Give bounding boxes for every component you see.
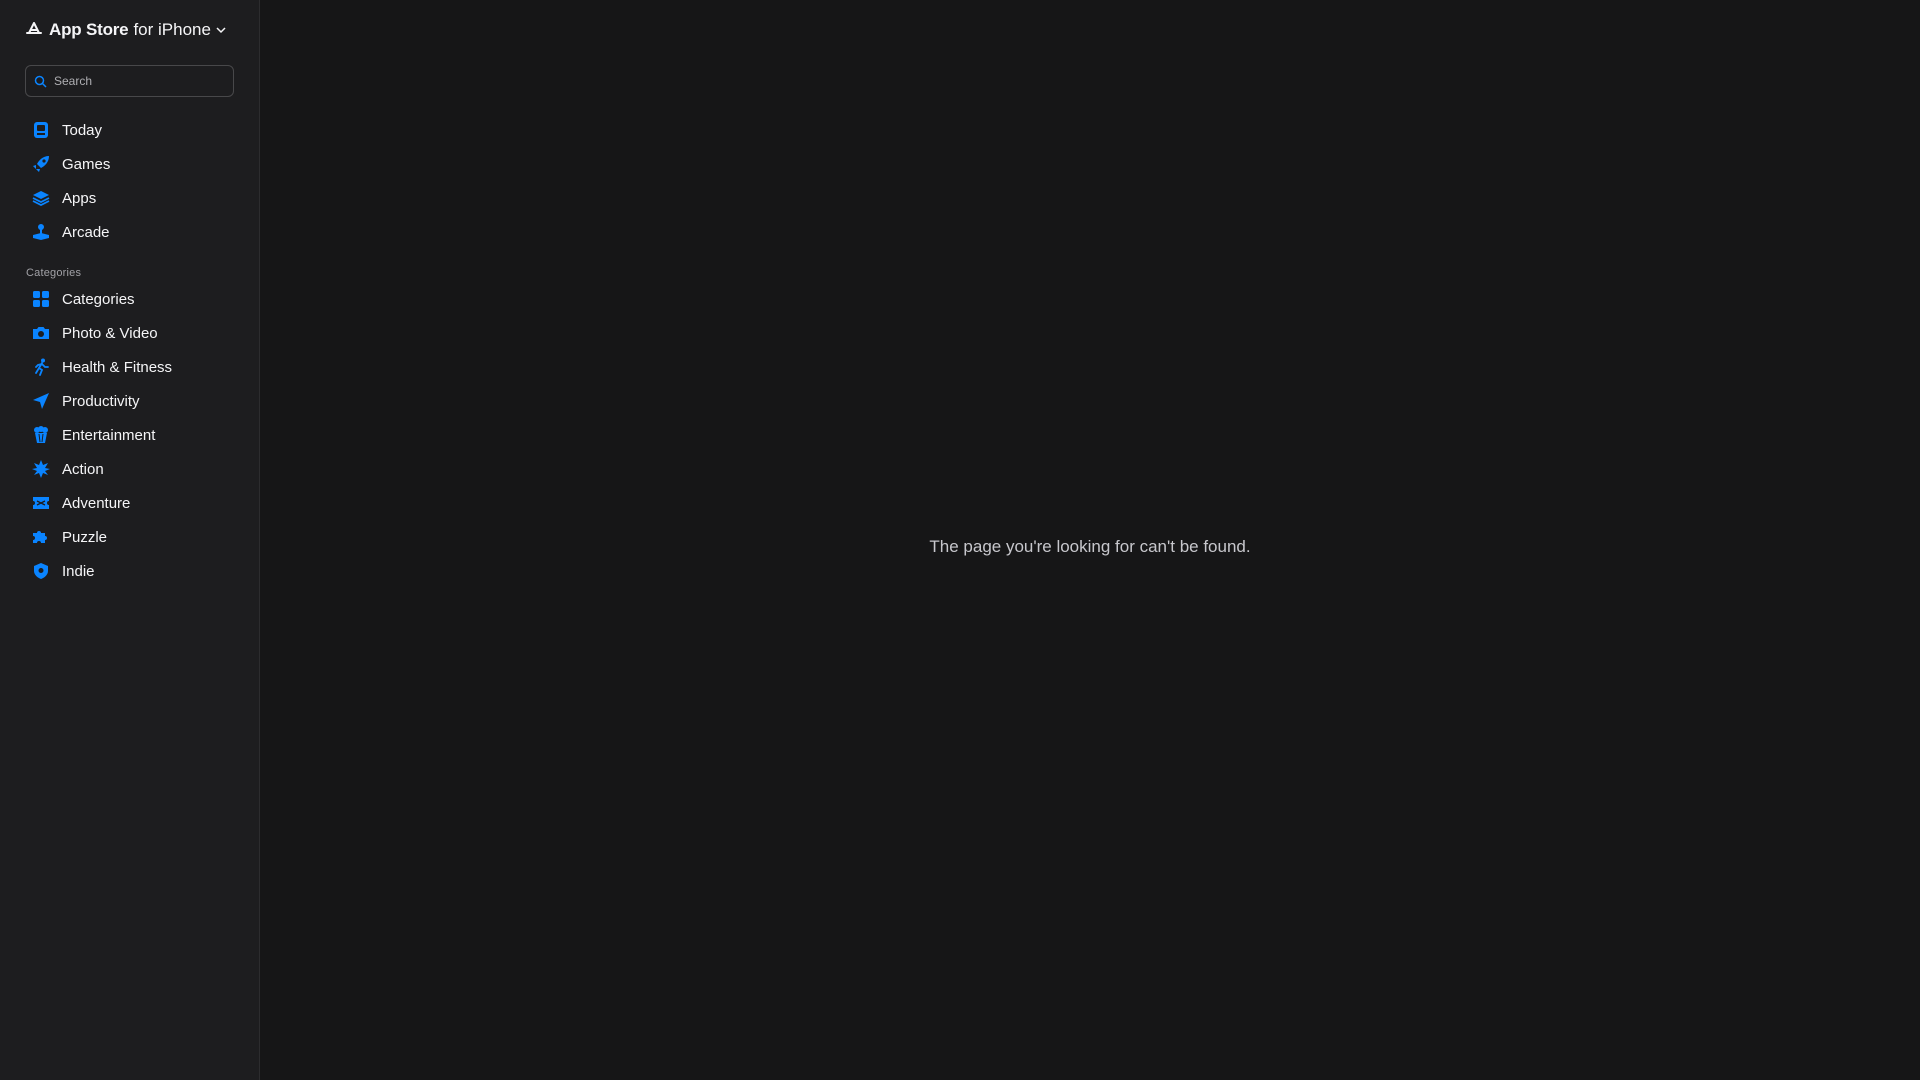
brand-name: App Store [49, 20, 129, 39]
nav-item-label: Photo & Video [62, 324, 158, 342]
not-found-message: The page you're looking for can't be fou… [929, 537, 1251, 556]
shield-icon [32, 562, 50, 580]
nav-item-puzzle[interactable]: Puzzle [25, 520, 234, 554]
brand-platform: for iPhone [133, 20, 211, 39]
paperplane-icon [32, 392, 50, 410]
nav-item-indie[interactable]: Indie [25, 554, 234, 588]
chevron-down-icon [215, 24, 227, 36]
brand-switcher[interactable]: App Store for iPhone [25, 18, 234, 42]
puzzle-icon [32, 528, 50, 546]
stack-icon [32, 189, 50, 207]
nav-item-categories[interactable]: Categories [25, 282, 234, 316]
burst-icon [32, 460, 50, 478]
ticket-icon [32, 494, 50, 512]
sidebar: App Store for iPhone Today [0, 0, 260, 1080]
categories-nav: Categories Photo & Video Health & Fitnes… [25, 282, 234, 588]
nav-item-label: Today [62, 121, 103, 139]
nav-item-arcade[interactable]: Arcade [25, 215, 234, 249]
joystick-icon [32, 223, 50, 241]
primary-nav: Today Games Apps Arcade [25, 113, 234, 249]
nav-item-apps[interactable]: Apps [25, 181, 234, 215]
nav-item-label: Categories [62, 290, 135, 308]
main-content: The page you're looking for can't be fou… [260, 0, 1920, 1080]
nav-item-label: Indie [62, 562, 95, 580]
nav-item-label: Arcade [62, 223, 110, 241]
nav-item-health-fitness[interactable]: Health & Fitness [25, 350, 234, 384]
nav-item-label: Health & Fitness [62, 358, 173, 376]
nav-item-label: Entertainment [62, 426, 156, 444]
nav-item-productivity[interactable]: Productivity [25, 384, 234, 418]
grid-icon [32, 290, 50, 308]
nav-item-games[interactable]: Games [25, 147, 234, 181]
search-box[interactable] [25, 65, 234, 97]
app-store-logo-icon [25, 20, 45, 40]
camera-icon [32, 324, 50, 342]
nav-item-photo-video[interactable]: Photo & Video [25, 316, 234, 350]
search-input[interactable] [54, 74, 224, 88]
popcorn-icon [32, 426, 50, 444]
rocket-icon [32, 155, 50, 173]
today-icon [32, 121, 50, 139]
nav-item-label: Action [62, 460, 104, 478]
nav-item-adventure[interactable]: Adventure [25, 486, 234, 520]
search-icon [34, 74, 48, 88]
nav-item-label: Puzzle [62, 528, 108, 546]
nav-item-label: Apps [62, 189, 97, 207]
runner-icon [32, 358, 50, 376]
nav-item-today[interactable]: Today [25, 113, 234, 147]
nav-item-label: Games [62, 155, 111, 173]
nav-item-entertainment[interactable]: Entertainment [25, 418, 234, 452]
categories-section-title: Categories [26, 267, 82, 279]
nav-item-action[interactable]: Action [25, 452, 234, 486]
app-root: App Store for iPhone Today [0, 0, 1920, 1080]
nav-item-label: Productivity [62, 392, 140, 410]
nav-item-label: Adventure [62, 494, 131, 512]
